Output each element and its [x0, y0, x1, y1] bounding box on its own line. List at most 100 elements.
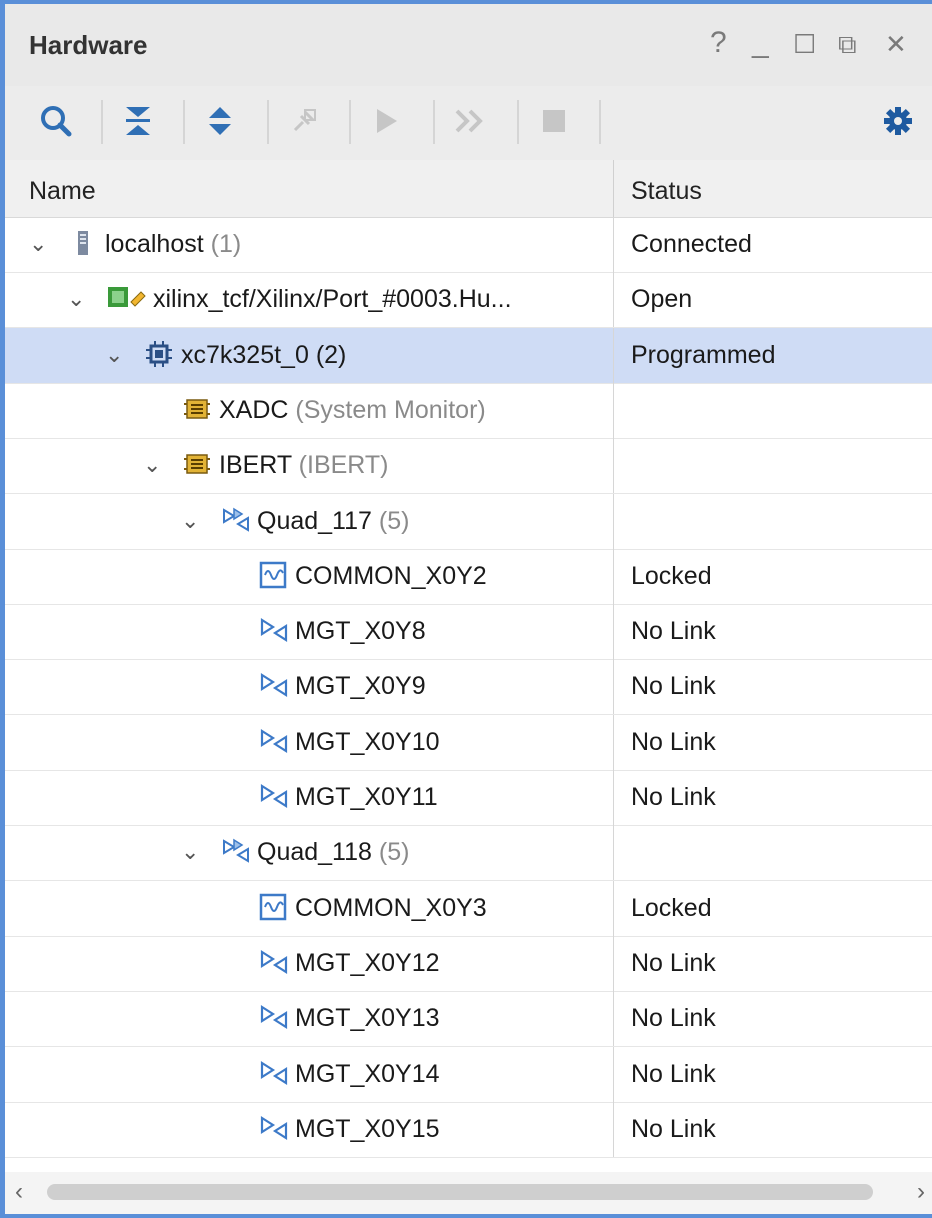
- tree-row-name: Quad_118 (5): [257, 838, 409, 867]
- chip-icon: [145, 340, 173, 368]
- scrollbar-thumb[interactable]: [47, 1184, 873, 1200]
- mgt-icon: [259, 1114, 288, 1142]
- tree-row-label: localhost: [105, 230, 204, 258]
- auto-connect-icon: [279, 96, 329, 146]
- tree-row[interactable]: MGT_X0Y11 No Link: [5, 770, 932, 826]
- horizontal-scrollbar[interactable]: ‹ ›: [5, 1172, 932, 1214]
- search-icon[interactable]: [31, 96, 81, 146]
- mgt-icon: [259, 782, 288, 810]
- tree-row-name: Quad_117 (5): [257, 507, 409, 536]
- debug-core-icon: [183, 450, 211, 478]
- tree-row[interactable]: MGT_X0Y9 No Link: [5, 659, 932, 716]
- tree-row-status: Connected: [631, 230, 752, 258]
- tree-row[interactable]: ⌄ xc7k325t_0 (2) Programmed: [5, 327, 932, 384]
- quad-icon: [221, 837, 249, 865]
- tree-row[interactable]: ⌄ IBERT (IBERT): [5, 438, 932, 495]
- tree-row-name: xc7k325t_0 (2): [181, 341, 346, 370]
- tree-row[interactable]: ⌄ Quad_117 (5): [5, 493, 932, 550]
- tree-row-name: localhost (1): [105, 230, 241, 259]
- expand-caret-icon[interactable]: ⌄: [29, 231, 47, 257]
- gear-icon[interactable]: [873, 96, 923, 146]
- run-icon: [361, 96, 411, 146]
- tree-row[interactable]: MGT_X0Y8 No Link: [5, 604, 932, 661]
- mgt-icon: [259, 948, 288, 976]
- expand-caret-icon[interactable]: ⌄: [67, 286, 85, 312]
- column-header-name[interactable]: Name: [29, 177, 96, 206]
- hardware-panel: Hardware ? _ ☐ ⧉ ✕ Name Status ⌄ localho…: [0, 0, 932, 1218]
- tree-row-count: (1): [210, 230, 242, 258]
- tree-row-label: MGT_X0Y14: [295, 1059, 440, 1088]
- tree-row-status: No Link: [631, 617, 716, 646]
- expand-caret-icon[interactable]: ⌄: [181, 508, 199, 534]
- tree-row-name: MGT_X0Y15: [295, 1115, 440, 1144]
- tree-row-status: Locked: [631, 893, 712, 922]
- tree-row-name: IBERT (IBERT): [219, 451, 389, 480]
- expand-caret-icon[interactable]: ⌄: [181, 839, 199, 865]
- scroll-left-icon[interactable]: ‹: [15, 1178, 23, 1206]
- tree-row-label: Quad_118: [257, 838, 372, 867]
- help-icon[interactable]: ?: [710, 26, 727, 60]
- maximize-icon[interactable]: ☐: [793, 29, 816, 60]
- tree-row-name: COMMON_X0Y2: [295, 562, 487, 591]
- tree-row-count: (IBERT): [298, 451, 389, 480]
- jtag-target-icon: [107, 284, 146, 312]
- tree-row-name: XADC (System Monitor): [219, 396, 486, 425]
- tree-row-name: MGT_X0Y11: [295, 783, 438, 812]
- tree-row-count: (System Monitor): [295, 395, 486, 424]
- panel-toolbar: [5, 86, 932, 160]
- tree-row-status: No Link: [631, 727, 716, 756]
- tree-row-name: MGT_X0Y13: [295, 1004, 440, 1033]
- tree-row-label: IBERT: [219, 451, 292, 480]
- debug-core-icon: [183, 395, 211, 423]
- tree-row-label: MGT_X0Y12: [295, 948, 440, 977]
- tree-row-label: xc7k325t_0: [181, 340, 309, 369]
- column-header-status[interactable]: Status: [631, 177, 702, 206]
- tree-row-name: COMMON_X0Y3: [295, 894, 487, 923]
- table-header: Name Status: [5, 160, 932, 218]
- tree-row-status: Programmed: [631, 340, 776, 369]
- tree-row[interactable]: COMMON_X0Y3 Locked: [5, 880, 932, 937]
- expand-caret-icon[interactable]: ⌄: [105, 342, 123, 368]
- tree-row-label: MGT_X0Y15: [295, 1114, 440, 1143]
- mgt-icon: [259, 727, 288, 755]
- tree-row-status: No Link: [631, 948, 716, 977]
- tree-row-label: MGT_X0Y9: [295, 672, 426, 701]
- tree-row[interactable]: MGT_X0Y12 No Link: [5, 935, 932, 992]
- tree-row-label: MGT_X0Y13: [295, 1004, 440, 1033]
- pll-icon: [259, 893, 287, 921]
- tree-row-label: xilinx_tcf/Xilinx/Port_#0003.Hu...: [153, 285, 512, 314]
- tree-row-label: COMMON_X0Y2: [295, 561, 487, 590]
- quad-icon: [221, 506, 249, 534]
- mgt-icon: [259, 671, 288, 699]
- tree-row-name: MGT_X0Y12: [295, 949, 440, 978]
- stop-icon: [529, 96, 579, 146]
- tree-row[interactable]: MGT_X0Y13 No Link: [5, 991, 932, 1048]
- tree-row[interactable]: XADC (System Monitor): [5, 382, 932, 439]
- tree-row-label: COMMON_X0Y3: [295, 893, 487, 922]
- minimize-icon[interactable]: _: [752, 26, 769, 60]
- tree-row[interactable]: MGT_X0Y14 No Link: [5, 1046, 932, 1103]
- tree-row[interactable]: MGT_X0Y15 No Link: [5, 1101, 932, 1158]
- panel-titlebar: Hardware ? _ ☐ ⧉ ✕: [5, 4, 932, 86]
- float-icon[interactable]: ⧉: [838, 29, 857, 61]
- collapse-all-icon[interactable]: [113, 96, 163, 146]
- tree-row-status: Open: [631, 285, 693, 314]
- tree-row-label: XADC: [219, 395, 289, 424]
- tree-row-status: No Link: [631, 672, 716, 701]
- scroll-right-icon[interactable]: ›: [917, 1178, 925, 1206]
- tree-row[interactable]: ⌄ localhost (1) Connected: [5, 217, 932, 273]
- tree-row-status: No Link: [631, 1114, 716, 1143]
- tree-row[interactable]: COMMON_X0Y2 Locked: [5, 548, 932, 605]
- tree-row-name: MGT_X0Y10: [295, 728, 440, 757]
- close-icon[interactable]: ✕: [885, 29, 907, 60]
- tree-row-name: xilinx_tcf/Xilinx/Port_#0003.Hu...: [153, 285, 512, 314]
- tree-row[interactable]: ⌄ xilinx_tcf/Xilinx/Port_#0003.Hu... Open: [5, 272, 932, 329]
- tree-row-count: (2): [315, 340, 347, 369]
- pll-icon: [259, 561, 287, 589]
- expand-all-icon[interactable]: [195, 96, 245, 146]
- expand-caret-icon[interactable]: ⌄: [143, 452, 161, 478]
- tree-row[interactable]: ⌄ Quad_118 (5): [5, 825, 932, 882]
- tree-row[interactable]: MGT_X0Y10 No Link: [5, 714, 932, 771]
- tree-row-status: No Link: [631, 1059, 716, 1088]
- tree-row-label: MGT_X0Y10: [295, 727, 440, 756]
